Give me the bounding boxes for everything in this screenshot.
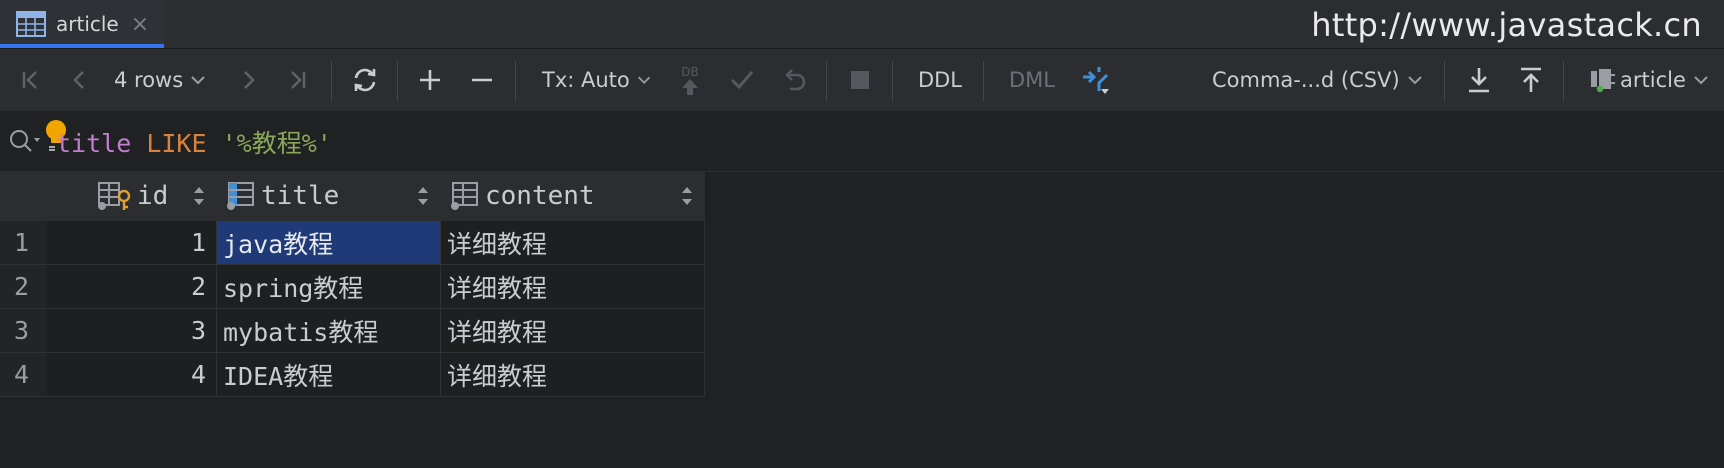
chevron-down-icon — [1407, 76, 1422, 85]
delete-row-button[interactable] — [464, 49, 500, 111]
chevron-down-icon — [191, 76, 205, 85]
row-number[interactable]: 2 — [0, 265, 47, 309]
cell-content[interactable]: 详细教程 — [441, 265, 705, 309]
stop-icon — [851, 71, 869, 89]
chevron-down-icon — [637, 76, 650, 84]
cell-title[interactable]: spring教程 — [217, 265, 441, 309]
results-toolbar: 4 rows Tx: Auto DB DDL DML Comma-...d (C… — [0, 49, 1724, 111]
column-icon — [227, 182, 254, 210]
sort-icon[interactable] — [681, 185, 693, 207]
export-button[interactable] — [1460, 49, 1498, 111]
undo-icon — [785, 69, 806, 91]
submit-to-db-button[interactable]: DB — [672, 49, 708, 111]
row-number[interactable]: 4 — [0, 353, 47, 397]
minus-icon — [472, 78, 492, 82]
toolbar-separator — [515, 61, 516, 101]
plus-icon — [420, 70, 440, 90]
refresh-icon — [354, 68, 376, 92]
reload-button[interactable] — [346, 49, 384, 111]
tab-bar: article × http://www.javastack.cn — [0, 0, 1724, 49]
page-size-dropdown[interactable]: 4 rows — [114, 49, 218, 111]
row-number[interactable]: 1 — [0, 221, 47, 265]
checkmark-icon — [730, 71, 754, 90]
compare-arrows-icon — [1083, 67, 1109, 94]
column-header-label: title — [261, 181, 340, 211]
cell-content[interactable]: 详细教程 — [441, 309, 705, 353]
cell-id[interactable]: 4 — [47, 353, 217, 397]
search-icon[interactable] — [8, 128, 42, 156]
next-page-button[interactable] — [232, 49, 266, 111]
import-button[interactable] — [1512, 49, 1550, 111]
cell-content[interactable]: 详细教程 — [441, 353, 705, 397]
row-number-header — [0, 171, 47, 221]
first-page-icon — [22, 71, 37, 89]
toolbar-separator — [331, 61, 332, 101]
filter-value: '%教程%' — [221, 129, 332, 158]
filter-operator: LIKE — [146, 129, 207, 158]
sort-icon[interactable] — [417, 185, 429, 207]
sort-icon[interactable] — [193, 185, 205, 207]
cell-id[interactable]: 2 — [47, 265, 217, 309]
previous-page-button[interactable] — [62, 49, 96, 111]
filter-input[interactable]: title LIKE '%教程%' — [56, 124, 332, 160]
rollback-button[interactable] — [776, 49, 812, 111]
column-header-label: id — [137, 181, 169, 211]
column-icon — [451, 182, 478, 210]
cell-id[interactable]: 1 — [47, 221, 217, 265]
transaction-mode-label: Tx: Auto — [542, 68, 630, 92]
toolbar-separator — [983, 61, 984, 101]
column-header-label: content — [485, 181, 595, 211]
commit-button[interactable] — [724, 49, 760, 111]
close-icon[interactable]: × — [131, 12, 149, 37]
column-header-title[interactable]: title — [217, 171, 442, 221]
toolbar-separator — [826, 61, 827, 101]
toolbar-separator — [1444, 61, 1445, 101]
dml-label: DML — [1009, 68, 1055, 92]
db-badge: DB — [681, 65, 699, 79]
cell-id[interactable]: 3 — [47, 309, 217, 353]
row-number[interactable]: 3 — [0, 309, 47, 353]
arrow-up-icon — [682, 79, 698, 95]
export-format-dropdown[interactable]: Comma-...d (CSV) — [1212, 49, 1424, 111]
database-connection-icon — [1591, 69, 1615, 93]
chevron-down-icon — [1694, 76, 1708, 85]
filter-column: title — [56, 129, 132, 158]
export-format-label: Comma-...d (CSV) — [1212, 68, 1400, 92]
column-header-id[interactable]: id — [47, 171, 218, 221]
toolbar-separator — [1563, 61, 1564, 101]
last-page-button[interactable] — [280, 49, 314, 111]
toolbar-separator — [397, 61, 398, 101]
filter-bar: title LIKE '%教程%' — [0, 111, 1724, 172]
watermark-url: http://www.javastack.cn — [1311, 6, 1702, 44]
chevron-right-icon — [244, 71, 255, 89]
add-row-button[interactable] — [412, 49, 448, 111]
dml-button[interactable]: DML — [1000, 49, 1064, 111]
compare-button[interactable] — [1076, 49, 1116, 111]
cell-title[interactable]: IDEA教程 — [217, 353, 441, 397]
rows-count-label: 4 rows — [114, 68, 184, 92]
download-icon — [1469, 68, 1489, 93]
last-page-icon — [291, 71, 306, 89]
data-source-label: article — [1620, 68, 1686, 92]
primary-key-column-icon — [98, 182, 131, 210]
transaction-mode-dropdown[interactable]: Tx: Auto — [542, 49, 652, 111]
cell-content[interactable]: 详细教程 — [441, 221, 705, 265]
cell-title[interactable]: java教程 — [217, 221, 441, 265]
first-page-button[interactable] — [14, 49, 48, 111]
tab-label: article — [56, 12, 119, 36]
chevron-left-icon — [73, 71, 84, 89]
upload-icon — [1521, 67, 1541, 92]
ddl-label: DDL — [917, 68, 963, 92]
table-icon — [16, 11, 46, 37]
ddl-button[interactable]: DDL — [908, 49, 972, 111]
active-tab-indicator — [0, 44, 164, 48]
cancel-query-button[interactable] — [842, 49, 878, 111]
cell-title[interactable]: mybatis教程 — [217, 309, 441, 353]
tab-article[interactable]: article × — [0, 0, 164, 48]
column-header-content[interactable]: content — [441, 171, 706, 221]
data-source-dropdown[interactable]: article — [1588, 49, 1710, 111]
toolbar-separator — [892, 61, 893, 101]
